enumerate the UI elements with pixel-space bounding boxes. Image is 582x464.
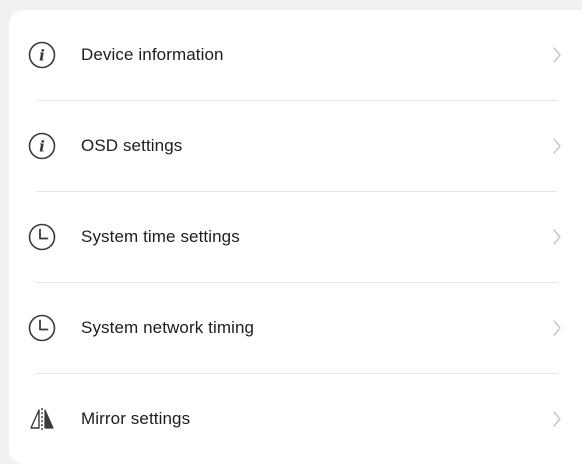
chevron-right-icon [553, 320, 561, 336]
system-network-timing-label: System network timing [81, 318, 255, 337]
info-icon: i [27, 40, 57, 70]
osd-settings-row[interactable]: i OSD settings [9, 101, 582, 191]
chevron-right-icon [553, 229, 561, 245]
mirror-settings-label: Mirror settings [81, 409, 191, 428]
system-time-settings-label: System time settings [81, 227, 240, 246]
clock-icon [27, 222, 57, 252]
clock-icon [27, 313, 57, 343]
mirror-icon [27, 404, 57, 434]
system-time-settings-row[interactable]: System time settings [9, 192, 582, 282]
device-information-label: Device information [81, 45, 224, 64]
svg-text:i: i [39, 47, 45, 65]
mirror-settings-row[interactable]: Mirror settings [9, 374, 582, 464]
info-icon: i [27, 131, 57, 161]
svg-text:i: i [39, 138, 45, 156]
osd-settings-label: OSD settings [81, 136, 183, 155]
chevron-right-icon [553, 138, 561, 154]
chevron-right-icon [553, 411, 561, 427]
system-network-timing-row[interactable]: System network timing [9, 283, 582, 373]
settings-list: i Device information i OSD settings Syst… [9, 10, 582, 464]
chevron-right-icon [553, 47, 561, 63]
device-information-row[interactable]: i Device information [9, 10, 582, 100]
